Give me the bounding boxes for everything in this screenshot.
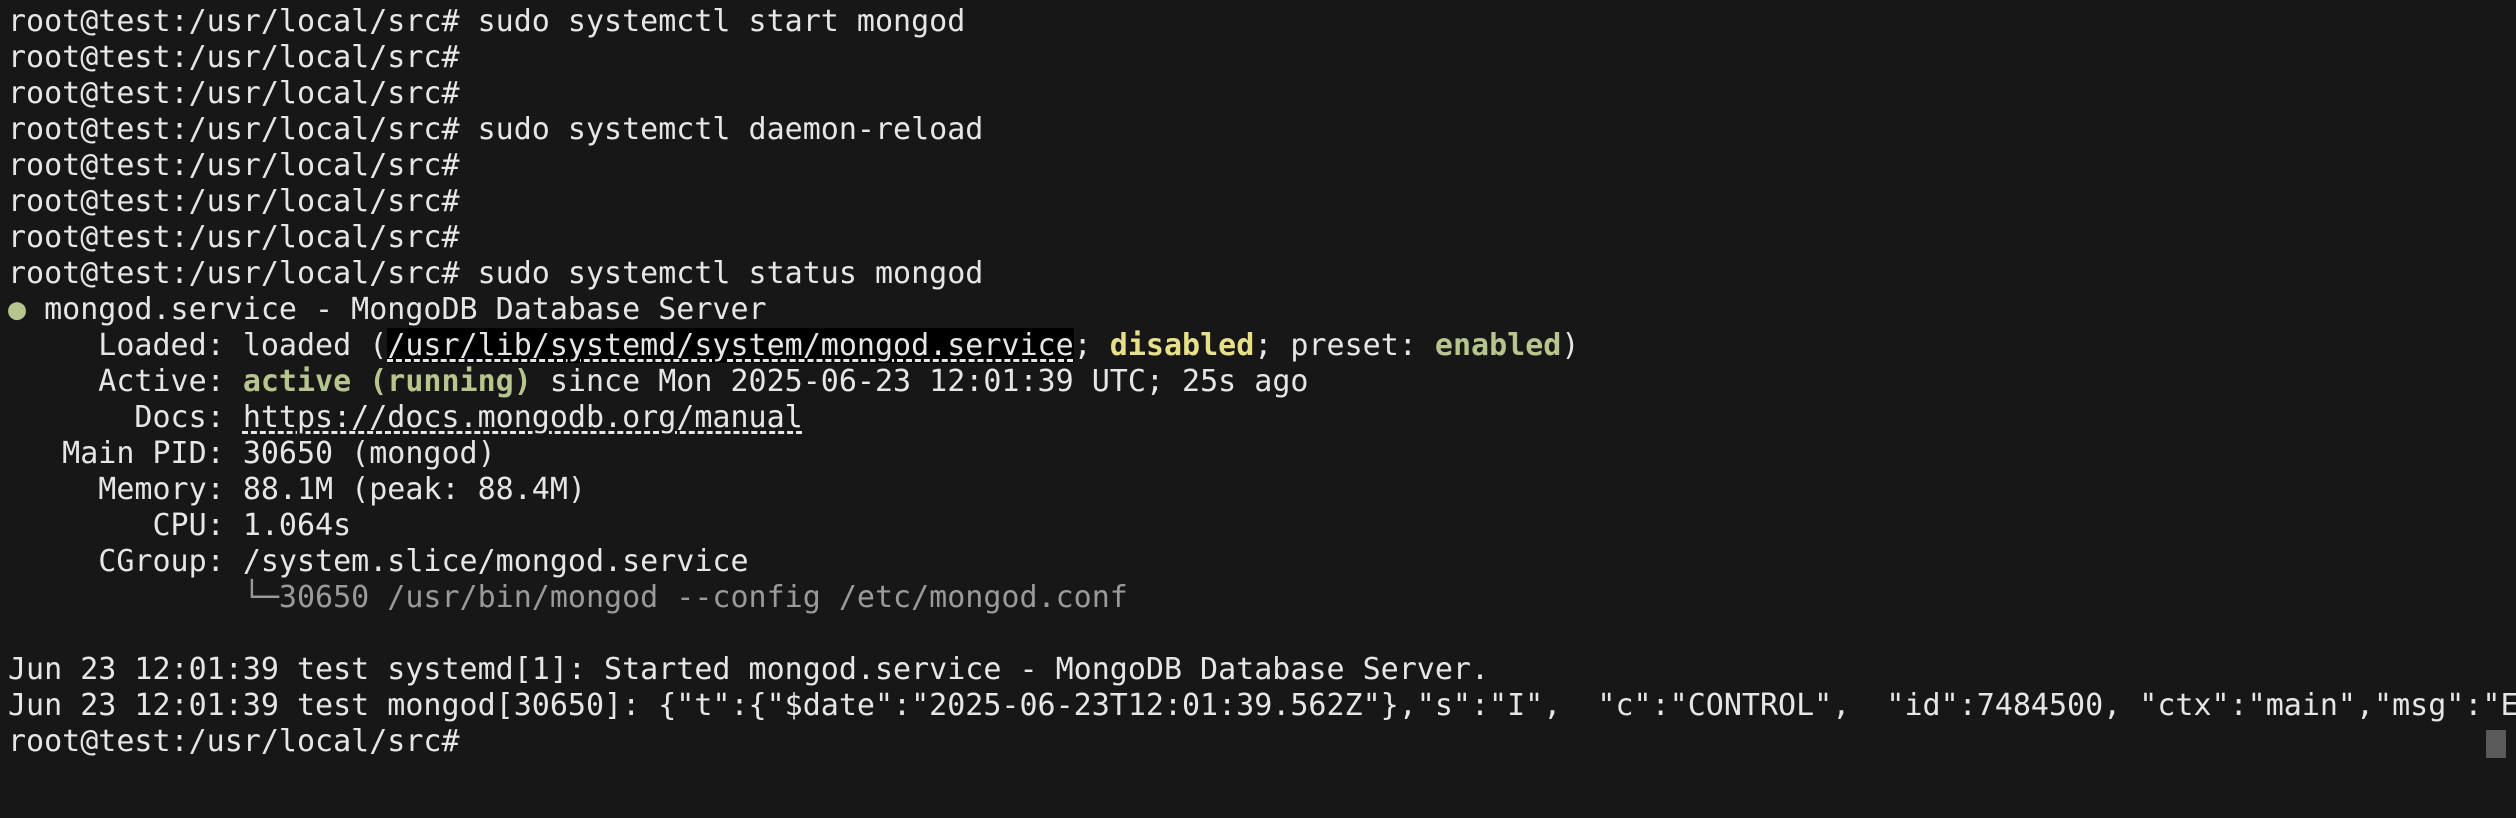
field-label: Loaded: xyxy=(8,328,243,363)
terminal-line: root@test:/usr/local/src# xyxy=(8,40,2516,76)
shell-prompt: root@test:/usr/local/src# xyxy=(8,220,460,255)
terminal-line: root@test:/usr/local/src# xyxy=(8,184,2516,220)
command-text: sudo systemctl status mongod xyxy=(459,256,984,291)
separator: ; xyxy=(1073,328,1110,363)
field-label: Main PID: xyxy=(8,436,243,471)
separator: ; preset: xyxy=(1254,328,1435,363)
shell-prompt: root@test:/usr/local/src# xyxy=(8,4,460,39)
active-since: since Mon 2025-06-23 12:01:39 UTC; 25s a… xyxy=(531,364,1309,399)
main-pid-value: 30650 (mongod) xyxy=(242,436,496,471)
log-line: Jun 23 12:01:39 test systemd[1]: Started… xyxy=(8,652,1490,687)
scrollbar-thumb[interactable] xyxy=(2486,730,2506,758)
shell-prompt: root@test:/usr/local/src# xyxy=(8,112,460,147)
field-label: Docs: xyxy=(8,400,243,435)
terminal-line: root@test:/usr/local/src# sudo systemctl… xyxy=(8,4,2516,40)
active-state: active (running) xyxy=(242,364,532,399)
service-title: mongod.service - MongoDB Database Server xyxy=(26,292,767,327)
cgroup-value: /system.slice/mongod.service xyxy=(242,544,749,579)
preset-state: enabled xyxy=(1434,328,1562,363)
terminal-window[interactable]: root@test:/usr/local/src# sudo systemctl… xyxy=(0,0,2516,818)
field-label: CPU: xyxy=(8,508,243,543)
status-cgroup-line: CGroup: /system.slice/mongod.service xyxy=(8,544,2516,580)
status-cpu-line: CPU: 1.064s xyxy=(8,508,2516,544)
status-dot-icon: ● xyxy=(8,292,27,327)
terminal-line: root@test:/usr/local/src# xyxy=(8,76,2516,112)
status-memory-line: Memory: 88.1M (peak: 88.4M) xyxy=(8,472,2516,508)
terminal-line: root@test:/usr/local/src# sudo systemctl… xyxy=(8,256,2516,292)
terminal-line: root@test:/usr/local/src# xyxy=(8,148,2516,184)
log-line: Jun 23 12:01:39 test mongod[30650]: {"t"… xyxy=(8,688,2516,724)
terminal-line[interactable]: root@test:/usr/local/src# xyxy=(8,724,2516,760)
shell-prompt: root@test:/usr/local/src# xyxy=(8,184,460,219)
shell-prompt: root@test:/usr/local/src# xyxy=(8,40,460,75)
terminal-line: root@test:/usr/local/src# xyxy=(8,220,2516,256)
shell-prompt: root@test:/usr/local/src# xyxy=(8,724,460,759)
status-active-line: Active: active (running) since Mon 2025-… xyxy=(8,364,2516,400)
log-text: Jun 23 12:01:39 test mongod[30650]: {"t"… xyxy=(8,688,2516,723)
loaded-prefix: loaded ( xyxy=(242,328,388,363)
field-label: Active: xyxy=(8,364,243,399)
unit-file-link[interactable]: /usr/lib/systemd/system/mongod.service xyxy=(387,328,1074,363)
status-docs-line: Docs: https://docs.mongodb.org/manual xyxy=(8,400,2516,436)
status-header-line: ● mongod.service - MongoDB Database Serv… xyxy=(8,292,2516,328)
enabled-state: disabled xyxy=(1109,328,1255,363)
memory-value: 88.1M (peak: 88.4M) xyxy=(242,472,586,507)
command-text: sudo systemctl daemon-reload xyxy=(459,112,984,147)
shell-prompt: root@test:/usr/local/src# xyxy=(8,148,460,183)
field-label: CGroup: xyxy=(8,544,243,579)
cgroup-process-line: └─30650 /usr/bin/mongod --config /etc/mo… xyxy=(8,580,1128,615)
status-pid-line: Main PID: 30650 (mongod) xyxy=(8,436,2516,472)
shell-prompt: root@test:/usr/local/src# xyxy=(8,76,460,111)
command-text: sudo systemctl start mongod xyxy=(459,4,966,39)
terminal-line: root@test:/usr/local/src# sudo systemctl… xyxy=(8,112,2516,148)
separator: ) xyxy=(1561,328,1580,363)
field-label: Memory: xyxy=(8,472,243,507)
status-loaded-line: Loaded: loaded (/usr/lib/systemd/system/… xyxy=(8,328,2516,364)
shell-prompt: root@test:/usr/local/src# xyxy=(8,256,460,291)
cpu-value: 1.064s xyxy=(242,508,352,543)
docs-link[interactable]: https://docs.mongodb.org/manual xyxy=(243,400,803,435)
